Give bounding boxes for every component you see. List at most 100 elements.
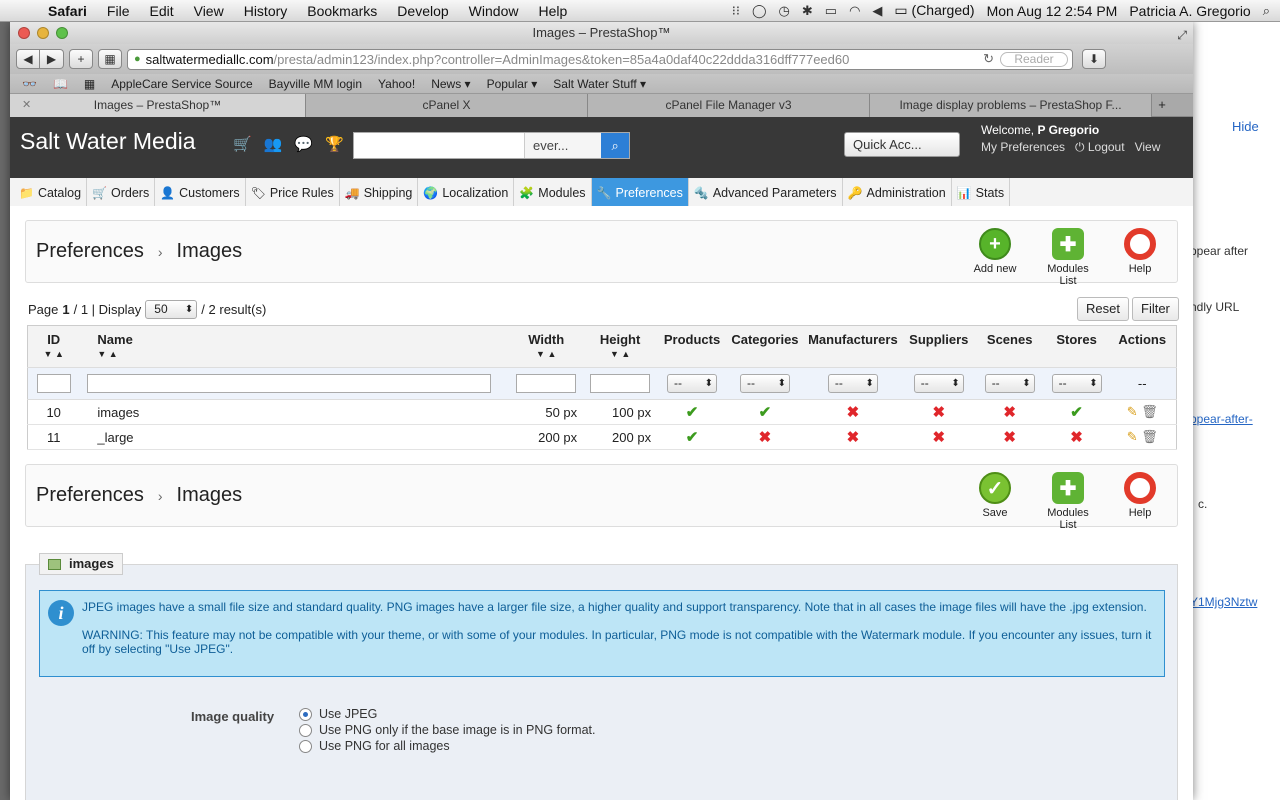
add-tab-icon[interactable]: + [1152, 94, 1172, 116]
tab-orders[interactable]: 🛒 Orders [87, 178, 156, 207]
menu-history[interactable]: History [234, 3, 298, 19]
filter-manufacturers-select[interactable]: -- [827, 374, 878, 393]
tab-price-rules[interactable]: 🏷 Price Rules [246, 178, 340, 207]
filter-height-input[interactable] [590, 374, 651, 393]
checkmark-icon[interactable]: ✔ [657, 399, 727, 425]
save-button[interactable]: ✓ Save [965, 472, 1025, 519]
cross-icon[interactable]: ✖ [902, 424, 975, 450]
checkmark-icon[interactable]: ✔ [657, 424, 727, 450]
menu-app-name[interactable]: Safari [38, 3, 97, 19]
cross-icon[interactable]: ✖ [802, 424, 903, 450]
add-new-button[interactable]: + Add new [965, 228, 1025, 275]
radio-input[interactable] [299, 707, 312, 721]
status-menu-icon[interactable]: ⁝⁝ [732, 3, 740, 19]
delete-icon[interactable]: 🗑 [1141, 404, 1158, 419]
bookmark-yahoo[interactable]: Yahoo! [378, 77, 415, 91]
radio-use-png-all[interactable]: Use PNG for all images [299, 738, 596, 754]
chat-icon[interactable]: ◯ [752, 3, 767, 19]
menu-develop[interactable]: Develop [387, 3, 458, 19]
filter-products-select[interactable]: -- [667, 374, 718, 393]
clock[interactable]: Mon Aug 12 2:54 PM [987, 3, 1118, 19]
close-tab-icon[interactable]: ✕ [22, 94, 31, 116]
breadcrumb-preferences[interactable]: Preferences [36, 240, 144, 263]
display-count-select[interactable]: 50 [145, 300, 198, 319]
tab-preferences[interactable]: 🔧 Preferences [591, 178, 689, 207]
zoom-window-button[interactable] [56, 27, 68, 39]
search-scope-select[interactable]: ever... [524, 133, 602, 158]
cross-icon[interactable]: ✖ [726, 424, 803, 450]
browser-tab-images[interactable]: ✕ Images – PrestaShop™ [10, 94, 306, 117]
wifi-icon[interactable]: ◠ [849, 3, 860, 19]
tab-localization[interactable]: 🌍 Localization [418, 178, 515, 207]
cross-icon[interactable]: ✖ [902, 399, 975, 425]
sort-arrows-icon[interactable]: ▼ ▲ [28, 349, 79, 359]
my-preferences-link[interactable]: My Preferences [981, 140, 1065, 155]
reload-icon[interactable]: ↻ [983, 51, 994, 67]
top-sites-button[interactable]: ▦ [98, 49, 122, 69]
view-shop-link[interactable]: View [1135, 140, 1161, 155]
edit-icon[interactable]: ✎ [1127, 429, 1138, 444]
filter-stores-select[interactable]: -- [1051, 374, 1102, 393]
cart-icon[interactable]: 🛒 [233, 135, 252, 153]
search-button[interactable]: ⌕ [601, 133, 629, 158]
table-row[interactable]: 10 images 50 px 100 px ✔ ✔ ✖ ✖ ✖ ✔ ✎ 🗑 [27, 399, 1177, 425]
filter-button[interactable]: Filter [1132, 297, 1179, 321]
new-tab-button[interactable]: + [69, 49, 93, 69]
cross-icon[interactable]: ✖ [974, 399, 1045, 425]
trophy-icon[interactable]: 🏆 [325, 135, 344, 153]
edit-icon[interactable]: ✎ [1127, 404, 1138, 419]
radio-input[interactable] [299, 723, 312, 737]
logout-link[interactable]: ⏻ Logout [1075, 140, 1125, 155]
cross-icon[interactable]: ✖ [974, 424, 1045, 450]
menu-help[interactable]: Help [528, 3, 577, 19]
messages-icon[interactable]: 💬 [294, 135, 313, 153]
sort-arrows-icon[interactable]: ▼ ▲ [583, 349, 657, 359]
radio-input[interactable] [299, 739, 312, 753]
filter-name-input[interactable] [87, 374, 492, 393]
table-row[interactable]: 11 _large 200 px 200 px ✔ ✖ ✖ ✖ ✖ ✖ ✎ 🗑 [27, 424, 1177, 450]
browser-tab-cpanel[interactable]: cPanel X [306, 94, 588, 117]
downloads-button[interactable]: ⬇ [1082, 49, 1106, 69]
shop-brand[interactable]: Salt Water Media [20, 128, 196, 155]
filter-scenes-select[interactable]: -- [984, 374, 1035, 393]
address-bar[interactable]: ● saltwatermediallc.com/presta/admin123/… [127, 48, 1073, 70]
help-button[interactable]: Help [1110, 228, 1170, 275]
menu-window[interactable]: Window [459, 3, 529, 19]
time-machine-icon[interactable]: ◷ [779, 3, 790, 19]
grid-icon[interactable]: ▦ [84, 77, 95, 91]
spotlight-icon[interactable]: ⌕ [1263, 3, 1270, 19]
bookmark-applecare[interactable]: AppleCare Service Source [111, 77, 252, 91]
user-name[interactable]: Patricia A. Gregorio [1129, 3, 1250, 19]
sort-arrows-icon[interactable]: ▼ ▲ [509, 349, 583, 359]
menu-edit[interactable]: Edit [139, 3, 183, 19]
cross-icon[interactable]: ✖ [802, 399, 903, 425]
bookmarks-icon[interactable]: 📖 [53, 77, 68, 91]
browser-tab-forum[interactable]: Image display problems – PrestaShop F... [870, 94, 1152, 117]
filter-suppliers-select[interactable]: -- [913, 374, 964, 393]
search-input[interactable] [354, 133, 524, 158]
bookmark-news[interactable]: News ▾ [431, 77, 470, 91]
menu-file[interactable]: File [97, 3, 140, 19]
radio-use-jpeg[interactable]: Use JPEG [299, 706, 596, 722]
reading-list-icon[interactable]: 👓 [22, 77, 37, 91]
snippet-3[interactable]: ppear-after- [1190, 412, 1253, 426]
back-button[interactable]: ◀ [16, 49, 40, 69]
reader-button[interactable]: Reader [1000, 51, 1068, 67]
checkmark-icon[interactable]: ✔ [1044, 399, 1109, 425]
quick-access-select[interactable]: Quick Acc... [844, 132, 960, 157]
tab-modules[interactable]: 🧩 Modules [514, 178, 592, 207]
breadcrumb-preferences[interactable]: Preferences [36, 484, 144, 507]
tab-stats[interactable]: 📊 Stats [952, 178, 1011, 207]
volume-icon[interactable]: ◀ [872, 3, 882, 19]
tab-administration[interactable]: 🔑 Administration [843, 178, 952, 207]
menu-bookmarks[interactable]: Bookmarks [297, 3, 387, 19]
sort-arrows-icon[interactable]: ▼ ▲ [97, 349, 509, 359]
filter-width-input[interactable] [516, 374, 577, 393]
tab-advanced-parameters[interactable]: 🔩 Advanced Parameters [689, 178, 843, 207]
tab-catalog[interactable]: 📁 Catalog [14, 178, 88, 207]
radio-use-png-if-png[interactable]: Use PNG only if the base image is in PNG… [299, 722, 596, 738]
close-window-button[interactable] [18, 27, 30, 39]
filter-categories-select[interactable]: -- [739, 374, 790, 393]
bookmark-popular[interactable]: Popular ▾ [487, 77, 538, 91]
modules-list-button[interactable]: ✚ Modules List [1038, 228, 1098, 287]
